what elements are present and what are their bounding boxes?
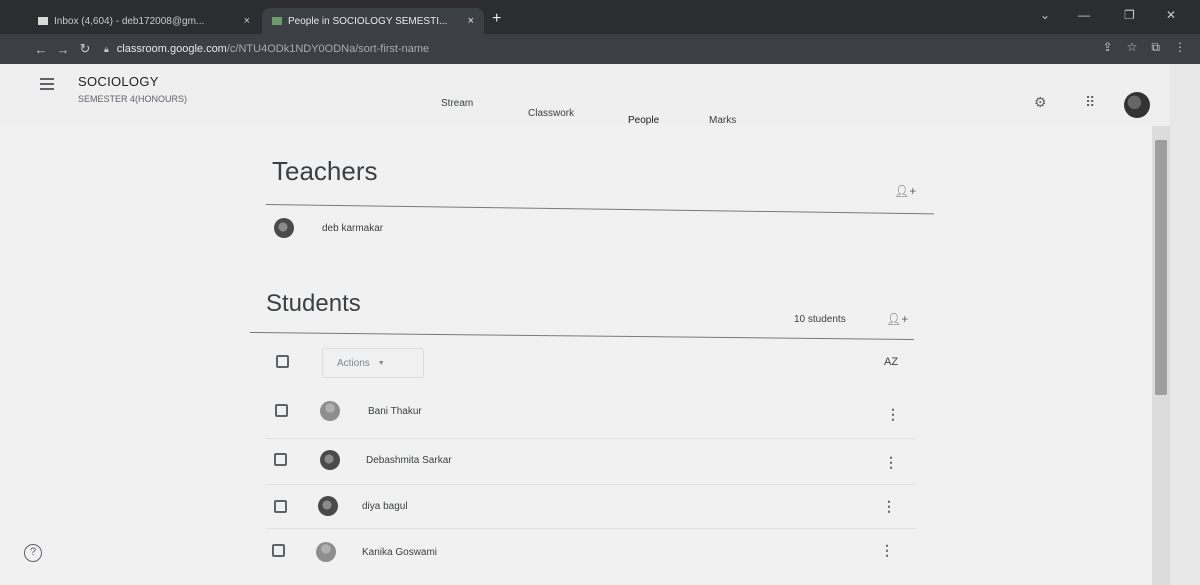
teacher-name: deb karmakar <box>322 222 384 234</box>
tab-marks[interactable]: Marks <box>709 115 736 126</box>
students-divider <box>249 332 914 340</box>
avatar <box>318 496 338 516</box>
account-avatar[interactable] <box>1124 92 1150 118</box>
more-options-icon[interactable]: ⋮ <box>880 542 894 559</box>
student-row[interactable]: Debashmita Sarkar <box>320 450 452 470</box>
actions-label: Actions <box>337 357 370 369</box>
student-count: 10 students <box>794 314 846 325</box>
tab-people[interactable]: People <box>628 115 659 126</box>
address-bar: ← → ↻ 🔒︎ classroom.google.com/c/NTU4ODk1… <box>0 34 1200 64</box>
url-field[interactable]: 🔒︎ classroom.google.com/c/NTU4ODk1NDY0OD… <box>104 43 429 55</box>
browser-tabbar: Inbox (4,604) - deb172008@gm... × People… <box>0 0 1200 34</box>
browser-actions: ⇪ ☆ ⧉ ⋮ <box>1103 40 1186 55</box>
close-tab-icon[interactable]: × <box>244 15 250 27</box>
avatar <box>274 218 294 238</box>
people-page: Teachers 👤︎+ deb karmakar Students 10 st… <box>0 126 1170 585</box>
student-name: Kanika Goswami <box>362 546 438 558</box>
menu-icon[interactable] <box>40 78 54 90</box>
classroom-header: SOCIOLOGY SEMESTER 4(HONOURS) Stream Cla… <box>0 64 1170 126</box>
browser-tab-gmail[interactable]: Inbox (4,604) - deb172008@gm... × <box>28 8 260 34</box>
sort-az-icon[interactable]: AZ <box>884 356 898 368</box>
student-name: Bani Thakur <box>368 405 422 417</box>
student-checkbox[interactable] <box>275 404 288 417</box>
tab-title: Inbox (4,604) - deb172008@gm... <box>54 15 205 27</box>
select-all-checkbox[interactable] <box>276 355 289 368</box>
avatar <box>316 542 336 562</box>
minimize-icon[interactable]: — <box>1078 8 1090 22</box>
help-icon[interactable]: ? <box>24 544 42 562</box>
row-divider <box>266 438 916 439</box>
new-tab-button[interactable]: + <box>492 10 501 28</box>
lock-icon: 🔒︎ <box>104 43 109 54</box>
forward-icon[interactable]: → <box>52 42 74 57</box>
actions-dropdown[interactable]: Actions ▼ <box>322 348 424 378</box>
row-divider <box>266 528 916 529</box>
apps-grid-icon[interactable]: ⠿ <box>1085 94 1095 111</box>
more-options-icon[interactable]: ⋮ <box>884 454 898 471</box>
student-row[interactable]: Bani Thakur <box>320 401 422 421</box>
teachers-divider <box>265 204 934 215</box>
share-icon[interactable]: ⇪ <box>1103 40 1113 55</box>
window-edge <box>1170 64 1200 585</box>
teachers-heading: Teachers <box>272 156 378 186</box>
student-row[interactable]: diya bagul <box>318 496 408 516</box>
classroom-icon <box>272 17 282 25</box>
settings-icon[interactable]: ⚙ <box>1034 94 1047 111</box>
avatar <box>320 450 340 470</box>
invite-teacher-icon[interactable]: 👤︎+ <box>894 184 916 198</box>
row-divider <box>266 484 916 485</box>
student-name: Debashmita Sarkar <box>366 454 452 466</box>
dropdown-arrow-icon: ▼ <box>377 359 385 367</box>
gmail-icon <box>38 17 48 25</box>
more-options-icon[interactable]: ⋮ <box>886 406 900 423</box>
extension-icon[interactable]: ⧉ <box>1151 40 1160 55</box>
scrollbar-thumb[interactable] <box>1155 140 1167 395</box>
back-icon[interactable]: ← <box>30 42 52 57</box>
invite-student-icon[interactable]: 👤︎+ <box>886 312 908 326</box>
class-section: SEMESTER 4(HONOURS) <box>78 94 188 104</box>
bookmark-star-icon[interactable]: ☆ <box>1127 40 1138 55</box>
close-window-icon[interactable]: ✕ <box>1166 8 1176 22</box>
maximize-icon[interactable]: ❐ <box>1124 8 1135 22</box>
browser-menu-icon[interactable]: ⋮ <box>1174 40 1186 55</box>
teacher-row[interactable]: deb karmakar <box>274 218 383 238</box>
student-checkbox[interactable] <box>274 500 287 513</box>
browser-tab-classroom[interactable]: People in SOCIOLOGY SEMESTI... × <box>262 8 484 34</box>
reload-icon[interactable]: ↻ <box>74 41 96 57</box>
avatar <box>320 401 340 421</box>
tab-search-icon[interactable]: ⌄ <box>1040 8 1050 22</box>
tab-title: People in SOCIOLOGY SEMESTI... <box>288 15 448 27</box>
class-name[interactable]: SOCIOLOGY <box>78 74 159 89</box>
more-options-icon[interactable]: ⋮ <box>882 498 896 515</box>
close-tab-icon[interactable]: × <box>468 15 474 27</box>
student-checkbox[interactable] <box>272 544 285 557</box>
student-row[interactable]: Kanika Goswami <box>316 542 437 562</box>
tab-stream[interactable]: Stream <box>441 98 473 109</box>
url-path: /c/NTU4ODk1NDY0ODNa/sort-first-name <box>226 43 430 55</box>
url-host: classroom.google.com <box>116 43 227 55</box>
tab-classwork[interactable]: Classwork <box>528 108 574 119</box>
student-checkbox[interactable] <box>274 453 287 466</box>
students-heading: Students <box>266 290 361 317</box>
student-name: diya bagul <box>362 500 408 512</box>
